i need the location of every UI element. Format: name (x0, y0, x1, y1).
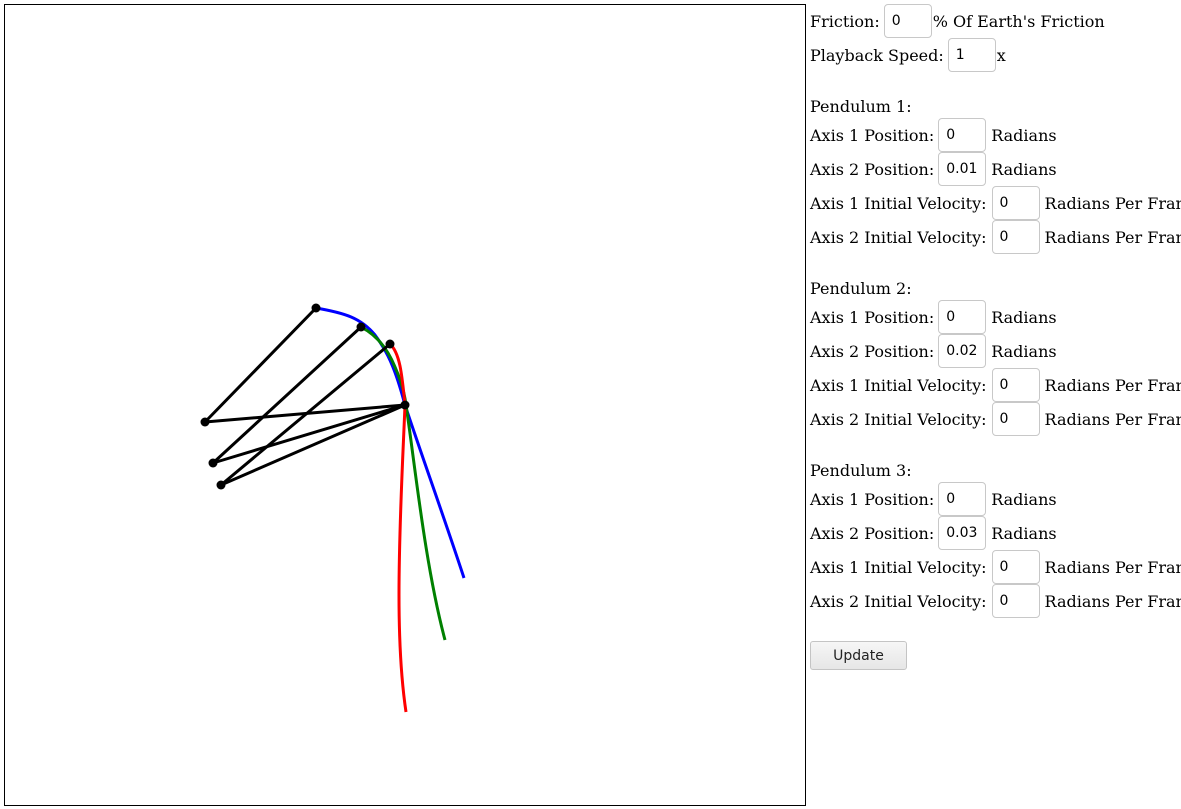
pendulum-3-heading: Pendulum 3: (810, 461, 912, 480)
radians-unit: Radians (991, 307, 1057, 327)
pendulum-2-axis2-velocity-input[interactable] (991, 402, 1040, 436)
pendulum-3-axis2-velocity-row: Axis 2 Initial Velocity: Radians Per Fra… (810, 584, 1181, 618)
axis1-position-label: Axis 1 Position: (810, 307, 935, 327)
axis1-velocity-label: Axis 1 Initial Velocity: (810, 193, 987, 213)
radians-unit: Radians (991, 159, 1057, 179)
radians-per-frame-unit: Radians Per Frame (1044, 193, 1181, 213)
friction-label: Friction: (810, 11, 880, 31)
pendulum-3-axis1-velocity-input[interactable] (991, 550, 1040, 584)
axis2-velocity-label: Axis 2 Initial Velocity: (810, 409, 987, 429)
radians-unit: Radians (991, 489, 1057, 509)
pendulum-2-rod-2 (211, 325, 363, 465)
pendulum-2-axis1-position-row: Axis 1 Position: Radians (810, 300, 1057, 334)
axis1-velocity-label: Axis 1 Initial Velocity: (810, 557, 987, 577)
playback-speed-row: Playback Speed: x (810, 38, 1006, 72)
pendulum-2-axis1-velocity-row: Axis 1 Initial Velocity: Radians Per Fra… (810, 368, 1181, 402)
radians-unit: Radians (991, 341, 1057, 361)
playback-speed-unit: x (996, 45, 1006, 65)
pendulum-3-axis2-position-input[interactable] (938, 516, 987, 550)
pendulum-2-axis1-position-input[interactable] (938, 300, 987, 334)
radians-per-frame-unit: Radians Per Frame (1044, 409, 1181, 429)
friction-row: Friction: % Of Earth's Friction (810, 4, 1105, 38)
pendulum-1-tip (311, 303, 321, 313)
axis2-position-label: Axis 2 Position: (810, 523, 935, 543)
friction-input[interactable] (883, 4, 932, 38)
pendulum-3-axis2-velocity-input[interactable] (991, 584, 1040, 618)
pendulum-1-axis1-position-row: Axis 1 Position: Radians (810, 118, 1057, 152)
simulation-canvas (4, 4, 806, 806)
pendulum-1-rods (203, 306, 406, 424)
pendulum-2-tip (356, 322, 366, 332)
radians-per-frame-unit: Radians Per Frame (1044, 227, 1181, 247)
pendulum-2-heading: Pendulum 2: (810, 279, 912, 298)
pendulum-3-rod-2 (220, 342, 391, 487)
axis2-position-label: Axis 2 Position: (810, 159, 935, 179)
pendulum-1-axis2-position-row: Axis 2 Position: Radians (810, 152, 1057, 186)
pendulum-1-axis1-velocity-input[interactable] (991, 186, 1040, 220)
axis1-position-label: Axis 1 Position: (810, 489, 935, 509)
pendulum-2-rods (211, 325, 406, 465)
radians-unit: Radians (991, 125, 1057, 145)
pendulum-drawing (200, 303, 466, 713)
pendulum-3-tip (385, 339, 395, 349)
pendulum-1-axis1-velocity-row: Axis 1 Initial Velocity: Radians Per Fra… (810, 186, 1181, 220)
radians-per-frame-unit: Radians Per Frame (1044, 557, 1181, 577)
pendulum-1-heading: Pendulum 1: (810, 97, 912, 116)
pendulum-2-axis2-velocity-row: Axis 2 Initial Velocity: Radians Per Fra… (810, 402, 1181, 436)
pendulum-3-axis1-position-row: Axis 1 Position: Radians (810, 482, 1057, 516)
pendulum-3-axis1-velocity-row: Axis 1 Initial Velocity: Radians Per Fra… (810, 550, 1181, 584)
axis2-velocity-label: Axis 2 Initial Velocity: (810, 227, 987, 247)
axis2-position-label: Axis 2 Position: (810, 341, 935, 361)
playback-speed-label: Playback Speed: (810, 45, 944, 65)
pendulum-1-axis2-position-input[interactable] (938, 152, 987, 186)
pendulum-1-axis1-position-input[interactable] (938, 118, 987, 152)
update-button[interactable]: Update (810, 641, 907, 670)
pendulum-3-trace (388, 342, 408, 713)
axis1-velocity-label: Axis 1 Initial Velocity: (810, 375, 987, 395)
pendulum-1-mid-joint (200, 417, 210, 427)
radians-per-frame-unit: Radians Per Frame (1044, 375, 1181, 395)
pendulum-1-rod-2 (203, 306, 318, 424)
radians-per-frame-unit: Radians Per Frame (1044, 591, 1181, 611)
friction-unit: % Of Earth's Friction (932, 11, 1105, 31)
pendulum-2-axis2-position-input[interactable] (938, 334, 987, 368)
pendulum-2-mid-joint (208, 458, 218, 468)
pendulum-1-axis2-velocity-input[interactable] (991, 220, 1040, 254)
pendulum-3-mid-joint (216, 480, 226, 490)
pendulum-1-axis2-velocity-row: Axis 2 Initial Velocity: Radians Per Fra… (810, 220, 1181, 254)
axis1-position-label: Axis 1 Position: (810, 125, 935, 145)
pivot-joint (400, 400, 410, 410)
pendulum-3-axis1-position-input[interactable] (938, 482, 987, 516)
radians-unit: Radians (991, 523, 1057, 543)
pendulum-2-axis2-position-row: Axis 2 Position: Radians (810, 334, 1057, 368)
playback-speed-input[interactable] (947, 38, 996, 72)
pendulum-3-axis2-position-row: Axis 2 Position: Radians (810, 516, 1057, 550)
pendulum-2-axis1-velocity-input[interactable] (991, 368, 1040, 402)
axis2-velocity-label: Axis 2 Initial Velocity: (810, 591, 987, 611)
